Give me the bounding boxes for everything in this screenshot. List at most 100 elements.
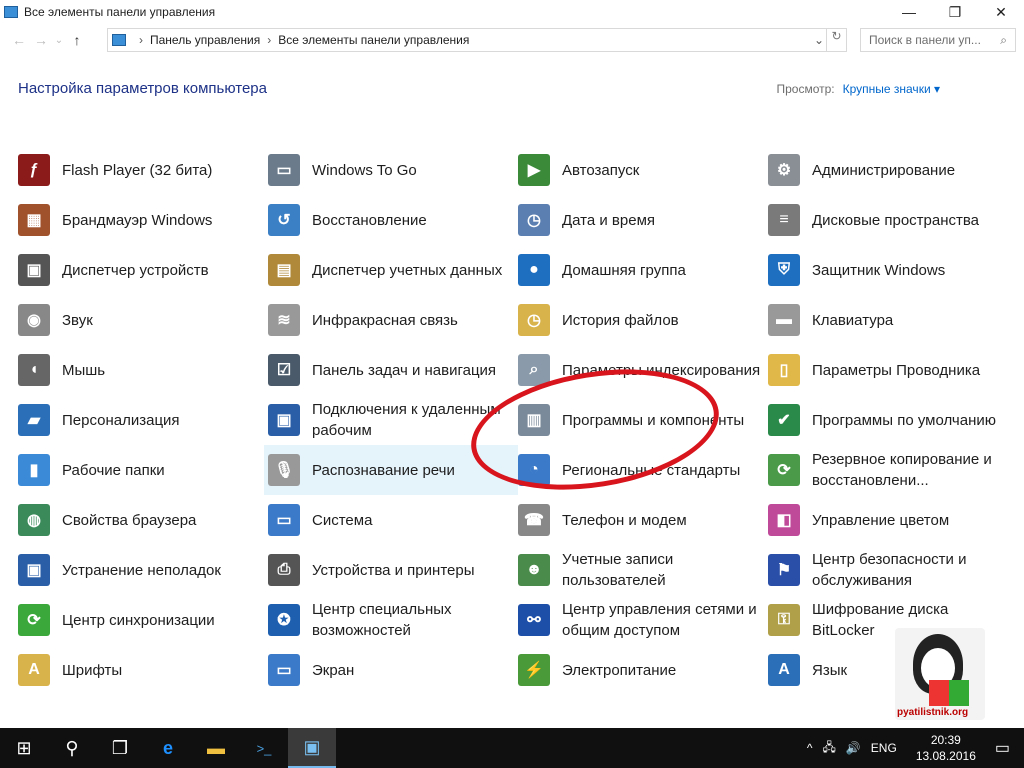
control-panel-item[interactable]: ▣ Подключения к удаленным рабочим bbox=[268, 395, 518, 445]
watermark-logo: pyatilistnik.org bbox=[895, 628, 985, 720]
breadcrumb-all-items[interactable]: Все элементы панели управления bbox=[278, 33, 469, 47]
item-label: Программы и компоненты bbox=[562, 411, 745, 429]
view-dropdown[interactable]: Крупные значки ▾ bbox=[843, 82, 940, 96]
control-panel-item[interactable]: ◉ Звук bbox=[18, 295, 268, 345]
recent-locations-button[interactable]: ⌄ bbox=[52, 35, 66, 46]
item-label: Администрирование bbox=[812, 161, 956, 179]
start-button[interactable]: ⊞ bbox=[0, 728, 48, 768]
search-button[interactable]: ⚲ bbox=[48, 728, 96, 768]
item-icon: A bbox=[18, 654, 50, 686]
control-panel-item[interactable]: ≡ Дисковые пространства bbox=[768, 195, 1018, 245]
network-icon[interactable]: 🖧 bbox=[822, 738, 835, 759]
item-label: Язык bbox=[812, 661, 848, 679]
control-panel-item[interactable]: ⚡ Электропитание bbox=[518, 645, 768, 695]
notifications-icon[interactable]: ▭ bbox=[995, 738, 1010, 758]
control-panel-item[interactable]: ☻ Учетные записи пользователей bbox=[518, 545, 768, 595]
control-panel-item[interactable]: ⎙ Устройства и принтеры bbox=[268, 545, 518, 595]
item-icon: ☻ bbox=[518, 554, 550, 586]
control-panel-item[interactable]: ⛨ Защитник Windows bbox=[768, 245, 1018, 295]
item-label: Центр безопасности и обслуживания bbox=[812, 551, 967, 589]
language-indicator[interactable]: ENG bbox=[871, 741, 897, 755]
control-panel-item[interactable]: ▭ Экран bbox=[268, 645, 518, 695]
control-panel-item[interactable]: ◍ Свойства браузера bbox=[18, 495, 268, 545]
control-panel-item[interactable]: A Шрифты bbox=[18, 645, 268, 695]
item-label: Параметры Проводника bbox=[812, 361, 981, 379]
back-button[interactable]: ← bbox=[8, 32, 30, 48]
control-panel-item[interactable]: ≋ Инфракрасная связь bbox=[268, 295, 518, 345]
control-panel-item[interactable]: ◷ История файлов bbox=[518, 295, 768, 345]
control-panel-item[interactable]: ▣ Устранение неполадок bbox=[18, 545, 268, 595]
close-button[interactable]: ✕ bbox=[978, 0, 1024, 24]
item-label: Устранение неполадок bbox=[62, 561, 221, 579]
search-input[interactable]: Поиск в панели уп... ⌕ bbox=[860, 28, 1016, 52]
control-panel-item[interactable]: ◧ Управление цветом bbox=[768, 495, 1018, 545]
control-panel-item[interactable]: ⚑ Центр безопасности и обслуживания bbox=[768, 545, 1018, 595]
view-label: Просмотр: bbox=[776, 82, 835, 96]
address-dropdown-button[interactable]: ⌄ bbox=[814, 33, 824, 47]
control-panel-item[interactable]: ▮ Рабочие папки bbox=[18, 445, 268, 495]
item-icon: ▭ bbox=[268, 654, 300, 686]
item-icon: ▭ bbox=[268, 154, 300, 186]
powershell-icon[interactable]: >_ bbox=[240, 728, 288, 768]
control-panel-item[interactable]: ▤ Диспетчер учетных данных bbox=[268, 245, 518, 295]
control-panel-item[interactable]: ƒ Flash Player (32 бита) bbox=[18, 145, 268, 195]
control-panel-item[interactable]: ▥ Программы и компоненты bbox=[518, 395, 768, 445]
forward-button[interactable]: → bbox=[30, 32, 52, 48]
address-bar[interactable]: › Панель управления › Все элементы панел… bbox=[107, 28, 847, 52]
item-icon: ◷ bbox=[518, 304, 550, 336]
control-panel-item[interactable]: ▰ Персонализация bbox=[18, 395, 268, 445]
control-panel-item[interactable]: ⚯ Центр управления сетями и общим доступо… bbox=[518, 595, 768, 645]
control-panel-item[interactable]: ● Домашняя группа bbox=[518, 245, 768, 295]
control-panel-item[interactable]: ▣ Диспетчер устройств bbox=[18, 245, 268, 295]
control-panel-item[interactable]: ⟳ Резервное копирование и восстановлени..… bbox=[768, 445, 1018, 495]
edge-icon[interactable]: e bbox=[144, 728, 192, 768]
control-panel-item[interactable]: ◖ Мышь bbox=[18, 345, 268, 395]
control-panel-item[interactable]: 🎙 Распознавание речи bbox=[264, 445, 518, 495]
control-panel-icon bbox=[112, 34, 126, 46]
control-panel-item[interactable]: ✪ Центр специальных возможностей bbox=[268, 595, 518, 645]
minimize-button[interactable]: — bbox=[886, 0, 932, 24]
task-view-button[interactable]: ❐ bbox=[96, 728, 144, 768]
item-label: Свойства браузера bbox=[62, 511, 197, 529]
control-panel-item[interactable]: ✔ Программы по умолчанию bbox=[768, 395, 1018, 445]
control-panel-item[interactable]: ☑ Панель задач и навигация bbox=[268, 345, 518, 395]
control-panel-item[interactable]: ▶ Автозапуск bbox=[518, 145, 768, 195]
control-panel-item[interactable]: ▭ Система bbox=[268, 495, 518, 545]
control-panel-taskbar-icon[interactable]: ▣ bbox=[288, 728, 336, 768]
maximize-button[interactable]: ❐ bbox=[932, 0, 978, 24]
control-panel-item[interactable]: ▦ Брандмауэр Windows bbox=[18, 195, 268, 245]
item-label: Мышь bbox=[62, 361, 106, 379]
control-panel-item[interactable]: ⚙ Администрирование bbox=[768, 145, 1018, 195]
item-icon: ↺ bbox=[268, 204, 300, 236]
refresh-button[interactable]: ↻ bbox=[826, 29, 846, 51]
search-icon[interactable]: ⌕ bbox=[1000, 33, 1007, 47]
control-panel-item[interactable]: ▭ Windows To Go bbox=[268, 145, 518, 195]
item-label: Дисковые пространства bbox=[812, 211, 980, 229]
item-icon: ▣ bbox=[18, 554, 50, 586]
item-icon: ◧ bbox=[768, 504, 800, 536]
item-label: Региональные стандарты bbox=[562, 461, 741, 479]
item-label: Брандмауэр Windows bbox=[62, 211, 213, 229]
control-panel-item[interactable]: ☎ Телефон и модем bbox=[518, 495, 768, 545]
file-explorer-icon[interactable]: ▬ bbox=[192, 728, 240, 768]
show-hidden-icons-button[interactable]: ^ bbox=[807, 741, 813, 755]
clock[interactable]: 20:39 13.08.2016 bbox=[916, 732, 976, 764]
control-panel-item[interactable]: ↺ Восстановление bbox=[268, 195, 518, 245]
control-panel-item[interactable]: ⟳ Центр синхронизации bbox=[18, 595, 268, 645]
breadcrumb-control-panel[interactable]: Панель управления bbox=[150, 33, 260, 47]
window-title: Все элементы панели управления bbox=[24, 5, 216, 19]
control-panel-item[interactable]: ◔ Региональные стандарты bbox=[518, 445, 768, 495]
item-icon: ▰ bbox=[18, 404, 50, 436]
control-panel-item[interactable]: ▯ Параметры Проводника bbox=[768, 345, 1018, 395]
control-panel-item[interactable]: ◷ Дата и время bbox=[518, 195, 768, 245]
item-label: Windows To Go bbox=[312, 161, 417, 179]
item-label: Управление цветом bbox=[812, 511, 950, 529]
control-panel-item[interactable]: ▬ Клавиатура bbox=[768, 295, 1018, 345]
up-button[interactable]: ↑ bbox=[66, 32, 88, 48]
item-icon: ▣ bbox=[268, 404, 300, 436]
item-label: Восстановление bbox=[312, 211, 427, 229]
item-label: Панель задач и навигация bbox=[312, 361, 497, 379]
item-icon: ✪ bbox=[268, 604, 300, 636]
control-panel-item[interactable]: ⌕ Параметры индексирования bbox=[518, 345, 768, 395]
volume-icon[interactable]: 🔊 bbox=[846, 741, 861, 755]
